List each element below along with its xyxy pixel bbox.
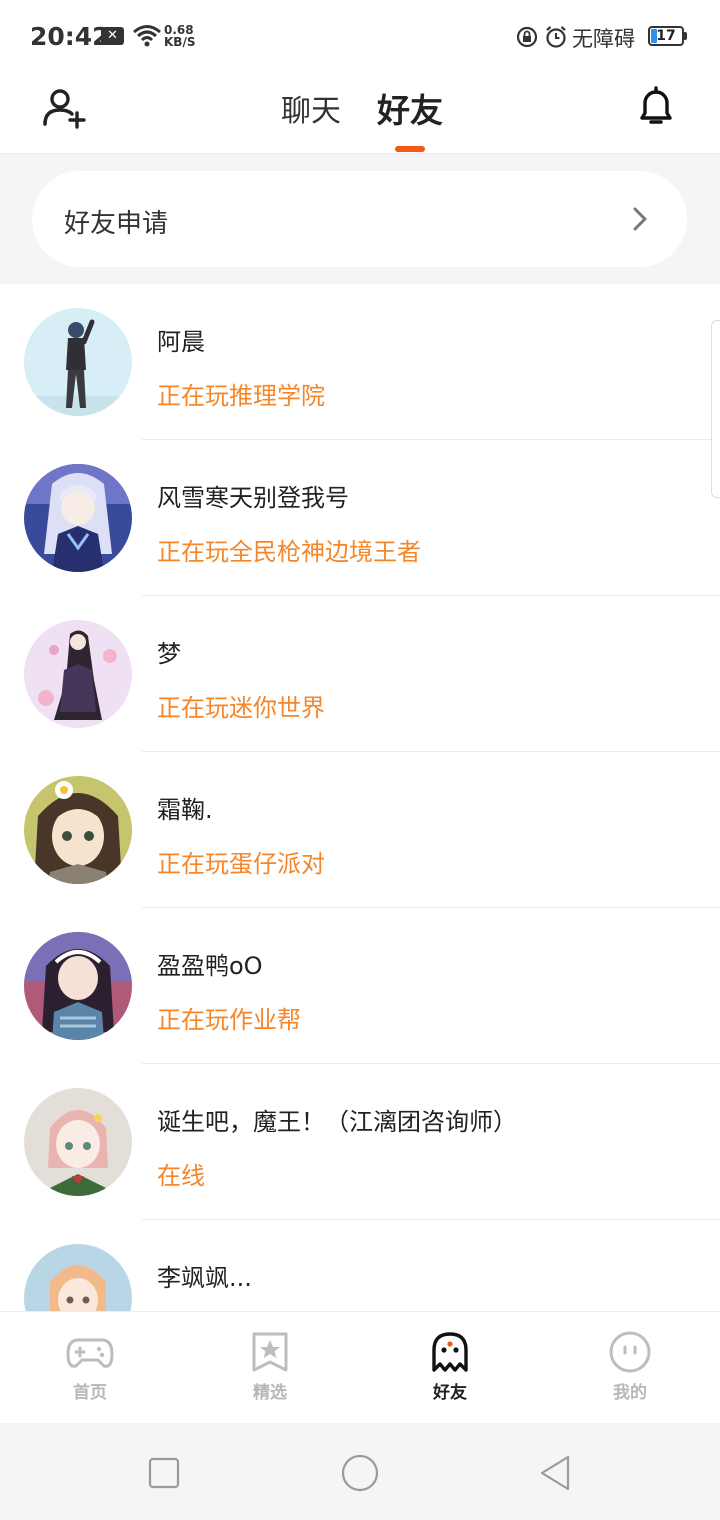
friend-list-item[interactable]: 阿晨 正在玩推理学院 bbox=[0, 284, 720, 440]
friend-request-section: 好友申请 bbox=[0, 154, 720, 284]
recents-icon[interactable] bbox=[144, 1453, 184, 1493]
friend-name: 阿晨 bbox=[157, 328, 205, 356]
friend-name: 盈盈鸭oO bbox=[157, 952, 263, 980]
bottom-nav-label: 好友 bbox=[433, 1383, 467, 1403]
network-speed-unit: KB/S bbox=[164, 35, 196, 49]
star-bookmark-icon bbox=[252, 1332, 288, 1372]
battery-level: 17 bbox=[656, 28, 676, 44]
bottom-nav-featured[interactable]: 精选 bbox=[220, 1330, 320, 1403]
friend-status: 正在玩全民枪神边境王者 bbox=[157, 538, 421, 566]
friend-list-item[interactable]: 李飒飒... bbox=[0, 1220, 720, 1311]
alarm-icon bbox=[546, 26, 566, 48]
friend-status: 在线 bbox=[157, 1162, 205, 1190]
bottom-nav-profile[interactable]: 我的 bbox=[580, 1330, 680, 1403]
system-navigation-bar bbox=[0, 1423, 720, 1520]
bottom-nav-label: 精选 bbox=[253, 1383, 287, 1403]
friend-list-item[interactable]: 霜鞠. 正在玩蛋仔派对 bbox=[0, 752, 720, 908]
friend-name: 梦 bbox=[157, 640, 181, 668]
gamepad-icon bbox=[66, 1338, 114, 1368]
notification-badge: ✕ bbox=[101, 27, 124, 45]
status-time: 20:42 bbox=[30, 22, 110, 51]
friend-status: 正在玩推理学院 bbox=[157, 382, 325, 410]
friend-name: 霜鞠. bbox=[157, 796, 213, 824]
avatar bbox=[24, 776, 132, 884]
friend-name: 李飒飒... bbox=[157, 1264, 252, 1292]
scrollbar[interactable] bbox=[711, 320, 720, 498]
ghost-icon bbox=[432, 1332, 468, 1372]
friend-status: 正在玩迷你世界 bbox=[157, 694, 325, 722]
tab-active-indicator bbox=[395, 146, 425, 152]
friend-request-label: 好友申请 bbox=[64, 209, 169, 239]
friend-list[interactable]: 阿晨 正在玩推理学院 风雪寒天别登我号 正在玩全民枪神边境王者 梦 正在玩迷你世… bbox=[0, 284, 720, 1311]
bottom-nav-home[interactable]: 首页 bbox=[40, 1330, 140, 1403]
bottom-nav-label: 首页 bbox=[73, 1383, 107, 1403]
friend-name: 风雪寒天别登我号 bbox=[157, 484, 349, 512]
home-icon[interactable] bbox=[340, 1453, 380, 1493]
status-bar: 20:42 ✕ 0.68 KB/S 无障碍 17 bbox=[0, 0, 720, 74]
network-speed: 0.68 KB/S bbox=[164, 24, 195, 48]
bottom-nav: 首页 精选 好友 我的 bbox=[0, 1311, 720, 1423]
friend-status: 正在玩作业帮 bbox=[157, 1006, 301, 1034]
friend-status: 正在玩蛋仔派对 bbox=[157, 850, 325, 878]
rotation-lock-icon bbox=[516, 26, 538, 48]
avatar bbox=[24, 464, 132, 572]
avatar bbox=[24, 620, 132, 728]
bell-icon[interactable] bbox=[632, 82, 680, 130]
bottom-nav-label: 我的 bbox=[613, 1383, 647, 1403]
friend-list-item[interactable]: 盈盈鸭oO 正在玩作业帮 bbox=[0, 908, 720, 1064]
friend-name: 诞生吧，魔王！（江漓团咨询师） bbox=[157, 1108, 517, 1136]
add-friend-icon[interactable] bbox=[40, 84, 88, 132]
tab-friends[interactable]: 好友 bbox=[377, 84, 443, 132]
friend-request-button[interactable]: 好友申请 bbox=[32, 171, 687, 267]
avatar bbox=[24, 308, 132, 416]
back-icon[interactable] bbox=[536, 1453, 576, 1493]
avatar bbox=[24, 1088, 132, 1196]
battery-icon: 17 bbox=[648, 26, 684, 46]
battery-tip bbox=[684, 32, 687, 40]
wifi-icon bbox=[133, 25, 161, 47]
avatar bbox=[24, 1244, 132, 1311]
chevron-right-icon bbox=[633, 207, 647, 231]
friend-list-item[interactable]: 风雪寒天别登我号 正在玩全民枪神边境王者 bbox=[0, 440, 720, 596]
avatar bbox=[24, 932, 132, 1040]
face-icon bbox=[609, 1331, 651, 1373]
friend-list-item[interactable]: 梦 正在玩迷你世界 bbox=[0, 596, 720, 752]
accessibility-label: 无障碍 bbox=[572, 27, 635, 51]
top-nav: 聊天 好友 bbox=[0, 74, 720, 154]
friend-list-item[interactable]: 诞生吧，魔王！（江漓团咨询师） 在线 bbox=[0, 1064, 720, 1220]
bottom-nav-friends[interactable]: 好友 bbox=[400, 1330, 500, 1404]
tab-chat[interactable]: 聊天 bbox=[281, 86, 341, 130]
